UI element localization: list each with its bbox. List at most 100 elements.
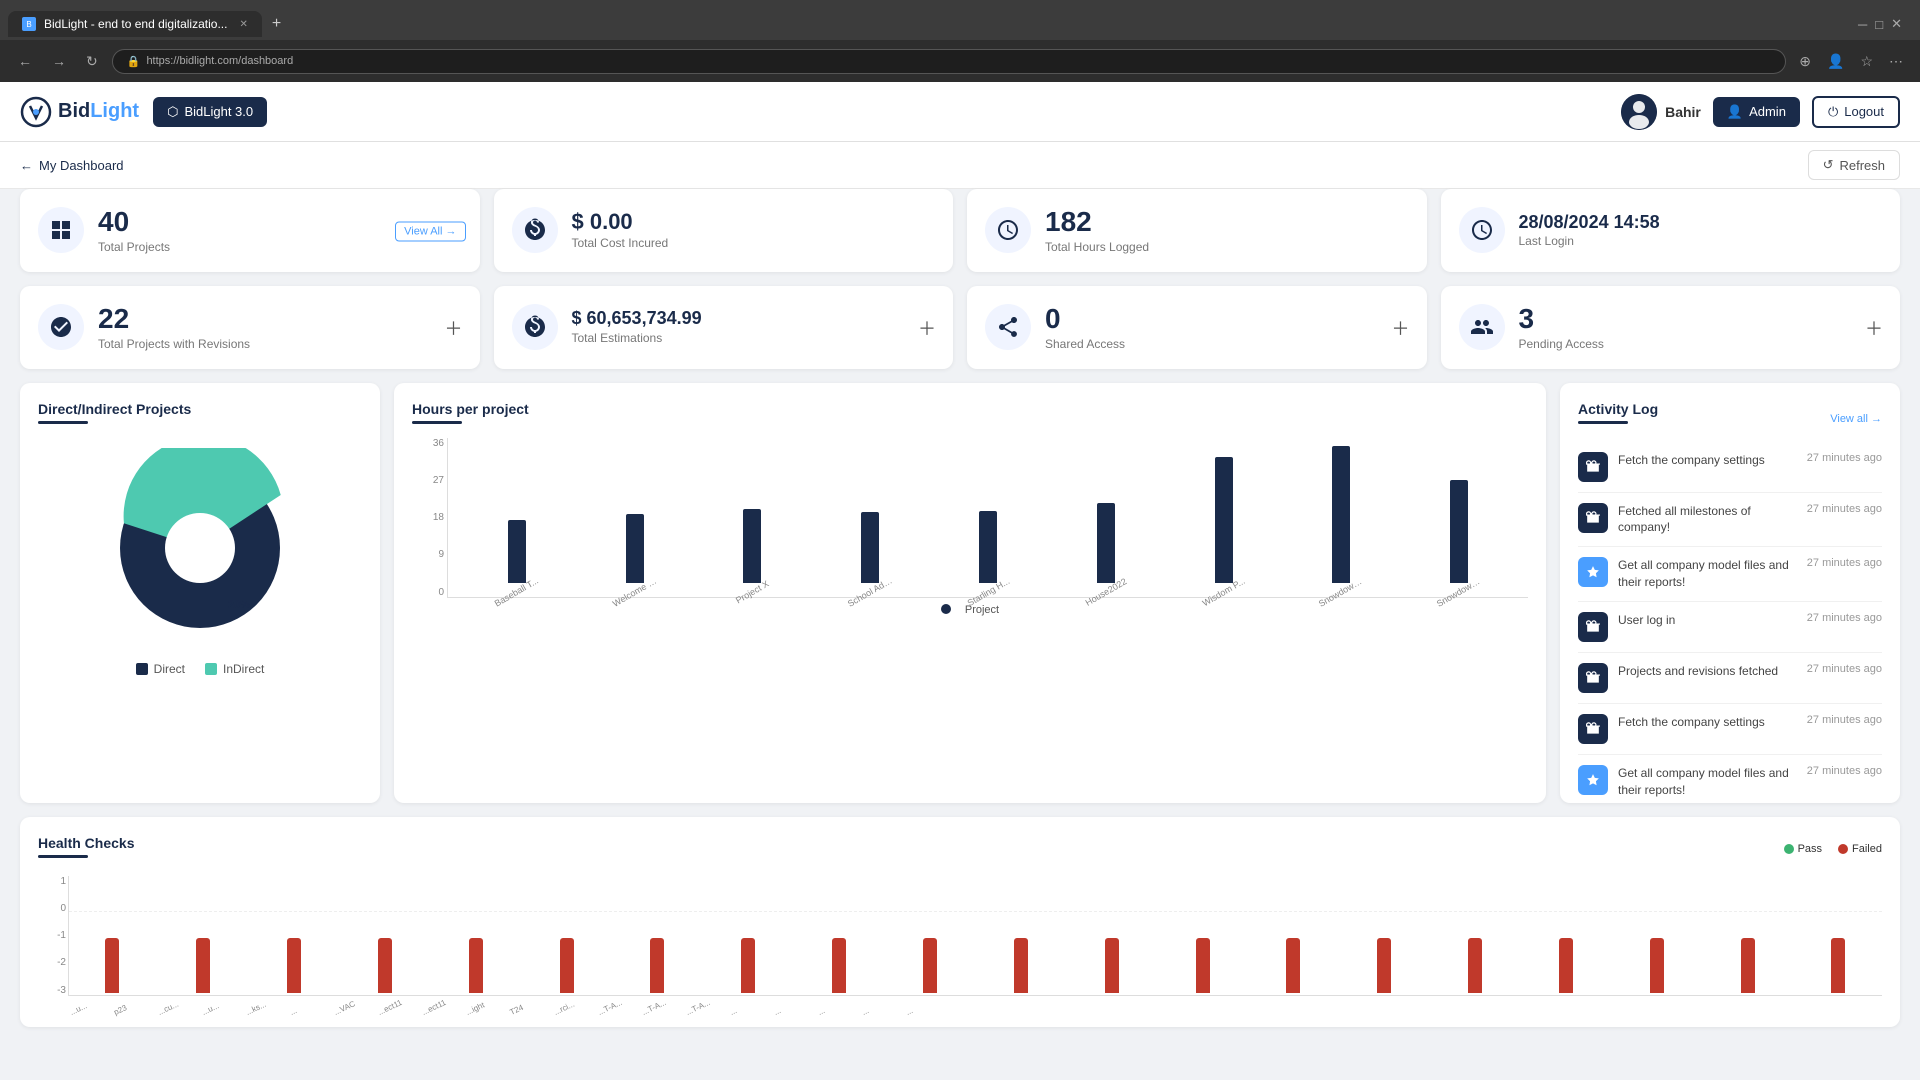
health-bar-2: [251, 876, 338, 995]
reload-btn[interactable]: ↻: [80, 49, 104, 74]
activity-icon-0: [1578, 452, 1608, 482]
direct-legend-label: Direct: [154, 662, 185, 676]
revisions-icon: [38, 304, 84, 350]
tab-favicon: B: [22, 17, 36, 31]
shared-access-action: ＋: [1389, 315, 1413, 339]
bidlight-version-btn[interactable]: ⬡ BidLight 3.0: [153, 97, 267, 127]
close-browser-btn[interactable]: ✕: [1891, 16, 1902, 32]
admin-label: Admin: [1749, 104, 1786, 119]
activity-time-4: 27 minutes ago: [1807, 663, 1882, 675]
total-cost-label: Total Cost Incured: [572, 236, 936, 250]
health-bar-18: [1704, 876, 1791, 995]
health-neg-bar-8: [832, 938, 846, 993]
health-neg-bar-10: [1014, 938, 1028, 993]
pie-legend: Direct InDirect: [136, 662, 265, 676]
total-hours-info: 182 Total Hours Logged: [1045, 207, 1409, 254]
activity-icon-3: [1578, 612, 1608, 642]
pie-chart-svg: 80% 20%: [100, 448, 300, 648]
activity-view-all-btn[interactable]: View all →: [1830, 413, 1882, 425]
pass-label: Pass: [1798, 843, 1822, 855]
fail-label: Failed: [1852, 843, 1882, 855]
pending-access-add-btn[interactable]: ＋: [1862, 315, 1886, 339]
estimations-info: $ 60,653,734.99 Total Estimations: [572, 309, 936, 345]
activity-item-6: Get all company model files and their re…: [1578, 755, 1882, 803]
health-y-neg3: -3: [38, 985, 66, 996]
address-bar[interactable]: 🔒 https://bidlight.com/dashboard: [112, 49, 1787, 74]
pending-access-info: 3 Pending Access: [1519, 304, 1883, 351]
health-neg-bar-18: [1741, 938, 1755, 993]
admin-button[interactable]: 👤 Admin: [1713, 97, 1800, 127]
logo-icon: [20, 96, 52, 128]
view-all-link[interactable]: View All →: [395, 222, 465, 242]
y-label-36: 36: [412, 438, 444, 449]
profile-btn[interactable]: 👤: [1822, 50, 1849, 73]
sub-nav: ← My Dashboard ↺ Refresh: [0, 142, 1920, 189]
activity-log-header: Activity Log View all →: [1578, 401, 1882, 438]
health-row: Health Checks Pass Failed: [20, 817, 1900, 1027]
health-neg-bar-12: [1196, 938, 1210, 993]
app-container: BidLight ⬡ BidLight 3.0 Bahir 👤 Admin ⏻ …: [0, 82, 1920, 1080]
estimations-add-btn[interactable]: ＋: [915, 315, 939, 339]
health-y-neg2: -2: [38, 957, 66, 968]
user-info: Bahir: [1621, 94, 1701, 130]
admin-icon: 👤: [1727, 104, 1743, 120]
refresh-button[interactable]: ↺ Refresh: [1808, 150, 1900, 180]
minimize-btn[interactable]: ─: [1858, 17, 1867, 32]
pie-chart-panel: Direct/Indirect Projects 80% 20%: [20, 383, 380, 803]
estimations-value: $ 60,653,734.99: [572, 309, 936, 329]
logout-button[interactable]: ⏻ Logout: [1812, 96, 1900, 128]
total-hours-icon: [985, 207, 1031, 253]
total-cost-icon: [512, 207, 558, 253]
browser-tab-active[interactable]: B BidLight - end to end digitalizatio...…: [8, 11, 262, 37]
total-projects-icon: [38, 207, 84, 253]
activity-item-5: Fetch the company settings27 minutes ago: [1578, 704, 1882, 755]
pending-access-icon: [1459, 304, 1505, 350]
health-y-0: 0: [38, 903, 66, 914]
total-cost-value: $ 0.00: [572, 210, 936, 234]
svg-text:20%: 20%: [228, 599, 250, 611]
y-label-0: 0: [412, 587, 444, 598]
tab-title: BidLight - end to end digitalizatio...: [44, 17, 227, 31]
avatar: [1621, 94, 1657, 130]
y-axis: 36 27 18 9 0: [412, 438, 444, 598]
health-bar-4: [432, 876, 519, 995]
revisions-add-btn[interactable]: ＋: [442, 315, 466, 339]
total-hours-label: Total Hours Logged: [1045, 240, 1409, 254]
maximize-btn[interactable]: □: [1875, 17, 1883, 32]
health-neg-bar-16: [1559, 938, 1573, 993]
tab-close-btn[interactable]: ✕: [239, 19, 247, 30]
total-cost-card: $ 0.00 Total Cost Incured: [494, 189, 954, 272]
activity-list: Fetch the company settings27 minutes ago…: [1578, 442, 1882, 803]
new-tab-button[interactable]: +: [266, 13, 287, 35]
health-neg-bar-17: [1650, 938, 1664, 993]
activity-text-3: User log in: [1618, 612, 1797, 629]
top-bar-right: Bahir 👤 Admin ⏻ Logout: [1621, 94, 1900, 130]
shared-access-info: 0 Shared Access: [1045, 304, 1409, 351]
more-btn[interactable]: ⋯: [1884, 50, 1908, 73]
bar-5: [1097, 503, 1115, 583]
health-chart-wrapper: 1 0 -1 -2 -3 ...u...p23...cu......u.....…: [38, 876, 1882, 1009]
logout-icon: ⏻: [1828, 104, 1838, 120]
direct-legend-dot: [136, 663, 148, 675]
logo-text: BidLight: [58, 100, 139, 123]
activity-time-1: 27 minutes ago: [1807, 503, 1882, 515]
extensions-btn[interactable]: ⊕: [1794, 50, 1816, 73]
activity-icon-4: [1578, 663, 1608, 693]
health-neg-bar-11: [1105, 938, 1119, 993]
activity-time-3: 27 minutes ago: [1807, 612, 1882, 624]
health-checks-panel: Health Checks Pass Failed: [20, 817, 1900, 1027]
user-name: Bahir: [1665, 104, 1701, 120]
forward-btn[interactable]: →: [46, 49, 72, 73]
revisions-action: ＋: [442, 315, 466, 339]
bar-item-3: School Add...: [811, 512, 929, 597]
back-link[interactable]: ← My Dashboard: [20, 158, 124, 173]
back-btn[interactable]: ←: [12, 49, 38, 73]
health-neg-bar-9: [923, 938, 937, 993]
bar-6: [1215, 457, 1233, 583]
shared-access-add-btn[interactable]: ＋: [1389, 315, 1413, 339]
health-bar-8: [796, 876, 883, 995]
fav-btn[interactable]: ☆: [1855, 50, 1878, 73]
pass-legend: Pass: [1784, 843, 1822, 855]
health-x-labels: ...u...p23...cu......u......ks.........V…: [68, 996, 1882, 1009]
back-arrow-icon: ←: [20, 158, 33, 173]
